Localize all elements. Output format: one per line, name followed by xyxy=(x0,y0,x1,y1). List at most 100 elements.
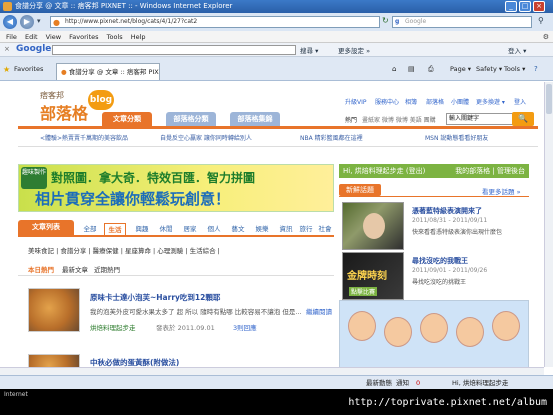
post-title[interactable]: 原味卡士達小泡芙~Harry吃到12顆耶 xyxy=(90,292,220,303)
ie-app-icon xyxy=(3,2,12,11)
maximize-button[interactable]: □ xyxy=(519,1,531,12)
cat-tab-info[interactable]: 資訊 xyxy=(276,223,296,235)
topic-thumbnail[interactable] xyxy=(342,202,404,250)
close-button[interactable]: × xyxy=(533,1,545,12)
cat-tab-travel[interactable]: 旅行 xyxy=(298,223,314,235)
site-search-input[interactable]: 輸入關鍵字 xyxy=(446,113,514,125)
cat-tab-arts[interactable]: 藝文 xyxy=(228,223,248,235)
sort-newest[interactable]: 最新文章 xyxy=(62,264,88,274)
tools-menu[interactable]: Tools ▾ xyxy=(504,65,525,73)
address-input[interactable]: ● http://www.pixnet.net/blog/cats/4/1/27… xyxy=(50,16,380,28)
google-login-button[interactable]: 登入 ▾ xyxy=(508,45,526,55)
google-search-button[interactable]: 搜尋 ▾ xyxy=(300,45,318,55)
sub-category-links[interactable]: 美味食記 | 食譜分享 | 醫療保健 | 星座算命 | 心理測驗 | 生活綜合 … xyxy=(28,245,220,255)
ad-banner[interactable]: 趣味製作 對照圖．拿大奇．特效百匯．智力拼圖 相片貫穿全讓你輕鬆玩創意！ xyxy=(18,164,334,212)
cat-tab-life[interactable]: 生活 xyxy=(104,223,126,235)
cartoon-face xyxy=(456,317,484,347)
promo-image[interactable] xyxy=(339,300,529,367)
thumb-sub-label: 點擊比賽 xyxy=(349,287,378,296)
sort-today-hot[interactable]: 本日熱門 xyxy=(28,264,54,274)
user-greeting-bar: Hi, 烘焙料理起步走 (登出) 我的部落格 | 管理後台 xyxy=(339,164,529,178)
forward-icon[interactable]: ▶ xyxy=(20,15,34,29)
page-viewport: 痞客邦 部落格 blog 升級VIP 服務中心 相簿 部落格 小團體 更多換遊 … xyxy=(0,82,544,367)
print-icon[interactable]: ⎙ xyxy=(428,65,434,74)
nav-more[interactable]: 更多換遊 ▾ xyxy=(476,97,505,106)
site-logo-big[interactable]: 部落格 xyxy=(40,100,88,124)
site-logo-bubble: blog xyxy=(88,90,114,110)
menu-tools[interactable]: Tools xyxy=(107,33,123,41)
read-more-link[interactable]: 繼續閱讀 xyxy=(306,306,332,316)
google-more-button[interactable]: 更多設定 » xyxy=(338,45,370,55)
favorites-button[interactable]: Favorites xyxy=(14,65,43,73)
horizontal-scrollbar[interactable] xyxy=(0,367,544,375)
cat-tab-society[interactable]: 社會 xyxy=(316,223,334,235)
minimize-button[interactable]: _ xyxy=(505,1,517,12)
site-search-icon[interactable]: 🔍 xyxy=(512,112,534,126)
google-toolbar-input[interactable] xyxy=(52,45,296,55)
promo-link-1[interactable]: <體驗>熱賣賣千萬期的美容飲品 xyxy=(40,133,128,142)
post-author[interactable]: 烘焙料理起步走 xyxy=(90,322,136,332)
cat-tab-home[interactable]: 居家 xyxy=(180,223,200,235)
menu-options-icon[interactable]: ⚙ xyxy=(543,31,549,43)
tab-favicon-icon: ● xyxy=(61,68,67,76)
scroll-thumb[interactable] xyxy=(546,84,552,114)
back-icon[interactable]: ◀ xyxy=(3,15,17,29)
menu-help[interactable]: Help xyxy=(131,33,146,41)
nav-login[interactable]: 登入 xyxy=(514,97,526,106)
nav-album[interactable]: 相簿 xyxy=(405,97,417,106)
post-replies[interactable]: 3則回應 xyxy=(233,322,257,332)
home-icon[interactable]: ⌂ xyxy=(392,65,396,73)
cat-tab-entertainment[interactable]: 娛樂 xyxy=(252,223,272,235)
tab-title: 食譜分享 @ 文章 :: 痞客邦 PIXNET :: xyxy=(68,68,159,76)
watermark-url: http://toprivate.pixnet.net/album xyxy=(348,397,547,408)
tab-articles[interactable]: 文章分類 xyxy=(102,112,152,126)
post-title[interactable]: 中秋必做的蛋黃酥(附做法) xyxy=(90,357,179,367)
cat-tab-personal[interactable]: 個人 xyxy=(204,223,224,235)
topics-divider xyxy=(339,196,529,197)
browser-tab-active[interactable]: ● 食譜分享 @ 文章 :: 痞客邦 PIXNET :: xyxy=(56,63,160,80)
close-toolbar-icon[interactable]: × xyxy=(4,45,10,53)
menu-edit[interactable]: Edit xyxy=(25,33,38,41)
topic-face xyxy=(363,213,385,239)
nav-vip[interactable]: 升級VIP xyxy=(345,97,367,106)
post-thumbnail[interactable] xyxy=(28,354,80,367)
nav-service[interactable]: 服務中心 xyxy=(375,97,399,106)
cat-tab-all[interactable]: 全部 xyxy=(80,223,100,235)
more-topics-link[interactable]: 看更多話題 » xyxy=(482,186,521,196)
page-menu[interactable]: Page ▾ xyxy=(450,65,471,73)
tab-hot-topics[interactable]: 新鮮話題 xyxy=(339,184,381,196)
post-thumbnail[interactable] xyxy=(28,288,80,332)
cat-tab-leisure[interactable]: 休閒 xyxy=(156,223,176,235)
notify-count: 0 xyxy=(416,379,421,387)
menu-file[interactable]: File xyxy=(6,33,17,41)
tab-article-list[interactable]: 文章列表 xyxy=(18,220,74,235)
search-input[interactable]: g Google xyxy=(392,16,532,28)
refresh-icon[interactable]: ↻ xyxy=(382,16,389,25)
promo-link-4[interactable]: MSN 說動態看看好朋友 xyxy=(425,133,488,142)
cat-tab-hobby[interactable]: 興趣 xyxy=(132,223,152,235)
help-icon[interactable]: ? xyxy=(534,65,538,73)
feeds-icon[interactable]: ▤ xyxy=(408,65,415,73)
nav-blog[interactable]: 部落格 xyxy=(426,97,444,106)
history-dropdown-icon[interactable]: ▾ xyxy=(37,17,41,25)
menu-favorites[interactable]: Favorites xyxy=(69,33,98,41)
promo-link-3[interactable]: NBA 精彩籃風都在這裡 xyxy=(300,133,363,142)
latest-activity-tab[interactable]: 最新動態 xyxy=(366,376,392,390)
hot-links[interactable]: 畫紙家 微博 微博 美語 團購 xyxy=(362,115,436,124)
menu-view[interactable]: View xyxy=(46,33,61,41)
vertical-scrollbar[interactable] xyxy=(544,82,553,367)
topic-title[interactable]: 憑著藍特級表演開來了 xyxy=(412,206,482,216)
favorites-star-icon[interactable]: ★ xyxy=(3,65,10,74)
safety-menu[interactable]: Safety ▾ xyxy=(476,65,502,73)
notify-tab[interactable]: 通知 xyxy=(396,376,409,390)
promo-link-2[interactable]: 自覺反空心贏家 讓你同時轉給別人 xyxy=(160,133,252,142)
tab-collections[interactable]: 部落格集錦 xyxy=(230,112,280,126)
topic-title[interactable]: 尋找沒吃的我戰王 xyxy=(412,256,468,266)
topic-thumbnail[interactable]: 金牌時刻 點擊比賽 xyxy=(342,252,404,300)
user-links[interactable]: 我的部落格 | 管理後台 xyxy=(455,164,525,178)
search-go-icon[interactable]: ⚲ xyxy=(538,16,544,25)
page-favicon-icon: ● xyxy=(53,18,60,27)
nav-group[interactable]: 小團體 xyxy=(451,97,469,106)
sort-recent-hot[interactable]: 近期熱門 xyxy=(94,264,120,274)
tab-blogs[interactable]: 部落格分類 xyxy=(166,112,216,126)
